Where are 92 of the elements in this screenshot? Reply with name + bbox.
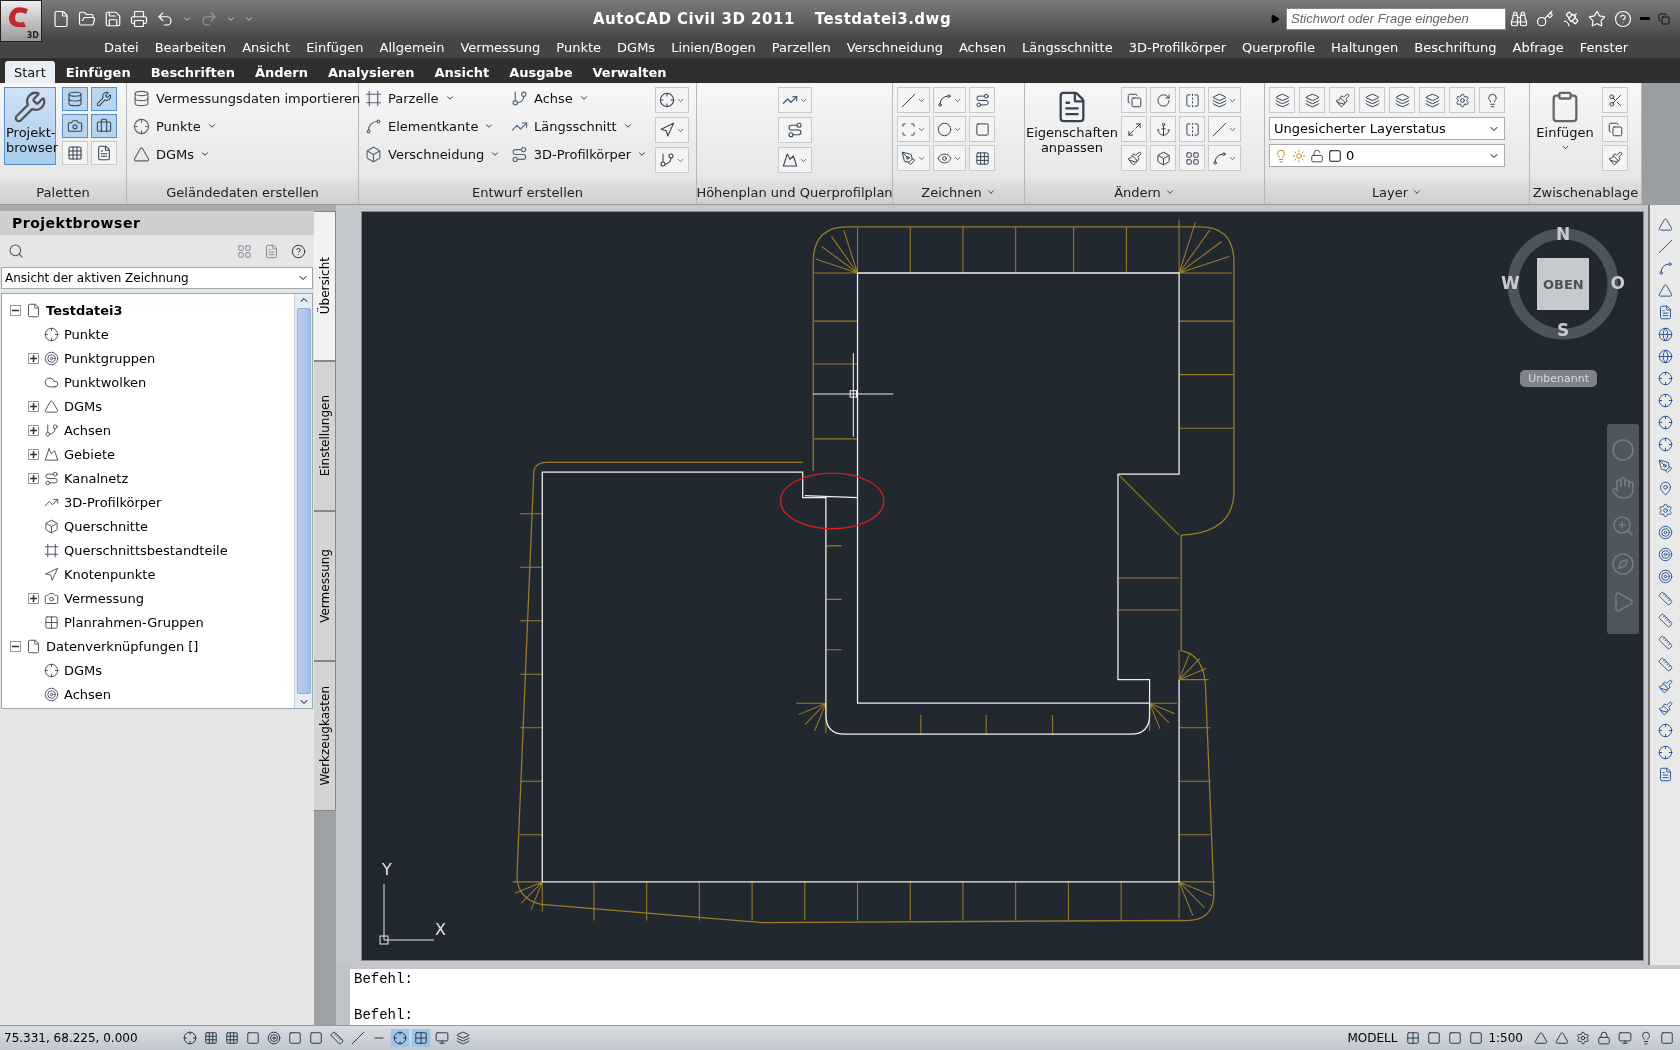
layer-dropdown[interactable]: 0 bbox=[1269, 144, 1505, 167]
menu-item[interactable]: Haltungen bbox=[1322, 40, 1407, 55]
menu-item[interactable]: Abfrage bbox=[1504, 40, 1572, 55]
panel-title: Projektbrowser bbox=[0, 211, 314, 235]
tree-node-label[interactable]: Datenverknüpfungen [] bbox=[46, 638, 199, 654]
app-badge-label: 3D bbox=[26, 31, 39, 40]
menu-item[interactable]: Datei bbox=[96, 40, 147, 55]
side-tab[interactable]: Werkzeugkasten bbox=[314, 661, 336, 811]
tree-node-label[interactable]: DGMs bbox=[64, 662, 103, 678]
menu-item[interactable]: Ansicht bbox=[234, 40, 299, 55]
axis-label: X bbox=[435, 920, 446, 939]
side-tab[interactable]: Vermessung bbox=[314, 511, 336, 661]
panel-title[interactable]: Paletten bbox=[0, 180, 126, 204]
ribbon-command[interactable]: Parzelle bbox=[363, 87, 503, 109]
menu-item[interactable]: Fenster bbox=[1571, 40, 1637, 55]
file-name: Testdatei3.dwg bbox=[814, 9, 952, 28]
tree-node-label[interactable]: Achsen bbox=[64, 686, 112, 702]
menu-item[interactable]: Linien/Bogen bbox=[663, 40, 764, 55]
compass-label: N bbox=[1556, 224, 1571, 244]
ribbon-command[interactable]: Achse bbox=[509, 87, 649, 109]
panel-title[interactable]: Geländedaten erstellen bbox=[127, 180, 358, 204]
layer-state-dropdown[interactable]: Ungesicherter Layerstatus bbox=[1269, 117, 1505, 140]
panel-title[interactable]: Entwurf erstellen bbox=[359, 180, 696, 204]
tree-node-label[interactable]: Gebiete bbox=[64, 446, 116, 462]
layer-name: 0 bbox=[1346, 148, 1355, 163]
drawing-canvas[interactable]: N W OBEN O S Unbenannt Y X bbox=[361, 211, 1644, 961]
match-properties-button[interactable]: Eigenschaften anpassen bbox=[1029, 87, 1115, 165]
annotation-scale[interactable]: 1:500 bbox=[1488, 1031, 1523, 1045]
tree-node-label[interactable]: Querschnittsbestandteile bbox=[64, 542, 228, 558]
ribbon-command[interactable]: 3D-Profilkörper bbox=[509, 143, 649, 165]
ribbon-tab[interactable]: Einfügen bbox=[56, 61, 140, 83]
tree-node-label[interactable]: Planrahmen-Gruppen bbox=[64, 614, 204, 630]
menu-item[interactable]: Einfügen bbox=[298, 40, 372, 55]
ribbon-command[interactable]: Verschneidung bbox=[363, 143, 503, 165]
panel-title[interactable]: Ändern bbox=[1025, 180, 1264, 204]
menu-item[interactable]: Beschriftung bbox=[1406, 40, 1505, 55]
menu-item[interactable]: Parzellen bbox=[763, 40, 839, 55]
menu-item[interactable]: Vermessung bbox=[452, 40, 549, 55]
coordinates: 75.331, 68.225, 0.000 bbox=[4, 1031, 138, 1045]
axis-label: Y bbox=[382, 860, 392, 879]
compass-label: W bbox=[1501, 273, 1520, 293]
model-space-button[interactable]: MODELL bbox=[1347, 1031, 1398, 1045]
menu-item[interactable]: Längsschnitte bbox=[1013, 40, 1121, 55]
menu-item[interactable]: 3D-Profilkörper bbox=[1120, 40, 1234, 55]
ribbon-command[interactable]: Elementkante bbox=[363, 115, 503, 137]
side-tab[interactable]: Einstellungen bbox=[314, 361, 336, 511]
ribbon-command[interactable]: Vermessungsdaten importieren bbox=[131, 87, 363, 109]
command-window[interactable]: Befehl: Befehl: bbox=[350, 965, 1680, 1025]
tree-node-label[interactable]: DGMs bbox=[64, 398, 103, 414]
search-field[interactable]: Stichwort oder Frage eingeben bbox=[1286, 7, 1506, 30]
tree-node-label[interactable]: Punktgruppen bbox=[64, 350, 156, 366]
panel-title: Zwischenablage bbox=[1530, 180, 1641, 204]
panel-title[interactable]: Layer bbox=[1265, 180, 1529, 204]
tree-node-label[interactable]: Punktwolken bbox=[64, 374, 147, 390]
tree-node-label[interactable]: Vermessung bbox=[64, 590, 144, 606]
ribbon-command[interactable]: DGMs bbox=[131, 143, 363, 165]
paste-button[interactable]: Einfügen bbox=[1534, 87, 1596, 165]
tree-node-label[interactable]: Kanalnetz bbox=[64, 470, 129, 486]
tree-node-label[interactable]: Querschnitte bbox=[64, 518, 149, 534]
menu-item[interactable]: DGMs bbox=[609, 40, 664, 55]
menu-item[interactable]: Achsen bbox=[950, 40, 1014, 55]
tree-node-label[interactable]: Achsen bbox=[64, 422, 112, 438]
side-tab[interactable]: Übersicht bbox=[314, 211, 336, 361]
tree-node-label[interactable]: 3D-Profilkörper bbox=[64, 494, 162, 510]
ribbon-tab[interactable]: Start bbox=[5, 61, 55, 83]
ribbon-tab[interactable]: Ansicht bbox=[425, 61, 499, 83]
ribbon-tab[interactable]: Ändern bbox=[245, 61, 317, 83]
viewcube-face[interactable]: OBEN bbox=[1537, 258, 1589, 310]
project-browser-button[interactable]: Projekt-browser bbox=[4, 87, 56, 165]
ribbon-tab[interactable]: Verwalten bbox=[583, 61, 676, 83]
menu-item[interactable]: Verschneidung bbox=[838, 40, 951, 55]
menu-item[interactable]: Querprofile bbox=[1234, 40, 1323, 55]
command-line: Befehl: bbox=[353, 970, 414, 989]
menu-item[interactable]: Allgemein bbox=[371, 40, 453, 55]
ribbon-command[interactable]: Längsschnitt bbox=[509, 115, 649, 137]
ribbon-tab[interactable]: Analysieren bbox=[319, 61, 424, 83]
compass-label: S bbox=[1557, 320, 1570, 340]
tree-node-label[interactable]: Testdatei3 bbox=[46, 302, 123, 318]
view-dropdown[interactable]: Ansicht der aktiven Zeichnung bbox=[1, 267, 313, 289]
panel-title[interactable]: Zeichnen bbox=[893, 180, 1024, 204]
ribbon-tab[interactable]: Ausgabe bbox=[500, 61, 582, 83]
application-menu-button[interactable]: 3D bbox=[0, 0, 42, 42]
ribbon-command[interactable]: Punkte bbox=[131, 115, 363, 137]
ribbon-tab[interactable]: Beschriften bbox=[141, 61, 244, 83]
command-line: Befehl: bbox=[353, 1006, 414, 1025]
panel-title[interactable]: Höhenplan und Querprofilplan bbox=[697, 180, 892, 204]
compass-label: O bbox=[1610, 273, 1625, 293]
menu-item[interactable]: Punkte bbox=[548, 40, 610, 55]
tree-node-label[interactable]: Punkte bbox=[64, 326, 109, 342]
menu-item[interactable]: Bearbeiten bbox=[146, 40, 235, 55]
tree-node-label[interactable]: Knotenpunkte bbox=[64, 566, 156, 582]
window-title: AutoCAD Civil 3D 2011 bbox=[593, 9, 795, 28]
